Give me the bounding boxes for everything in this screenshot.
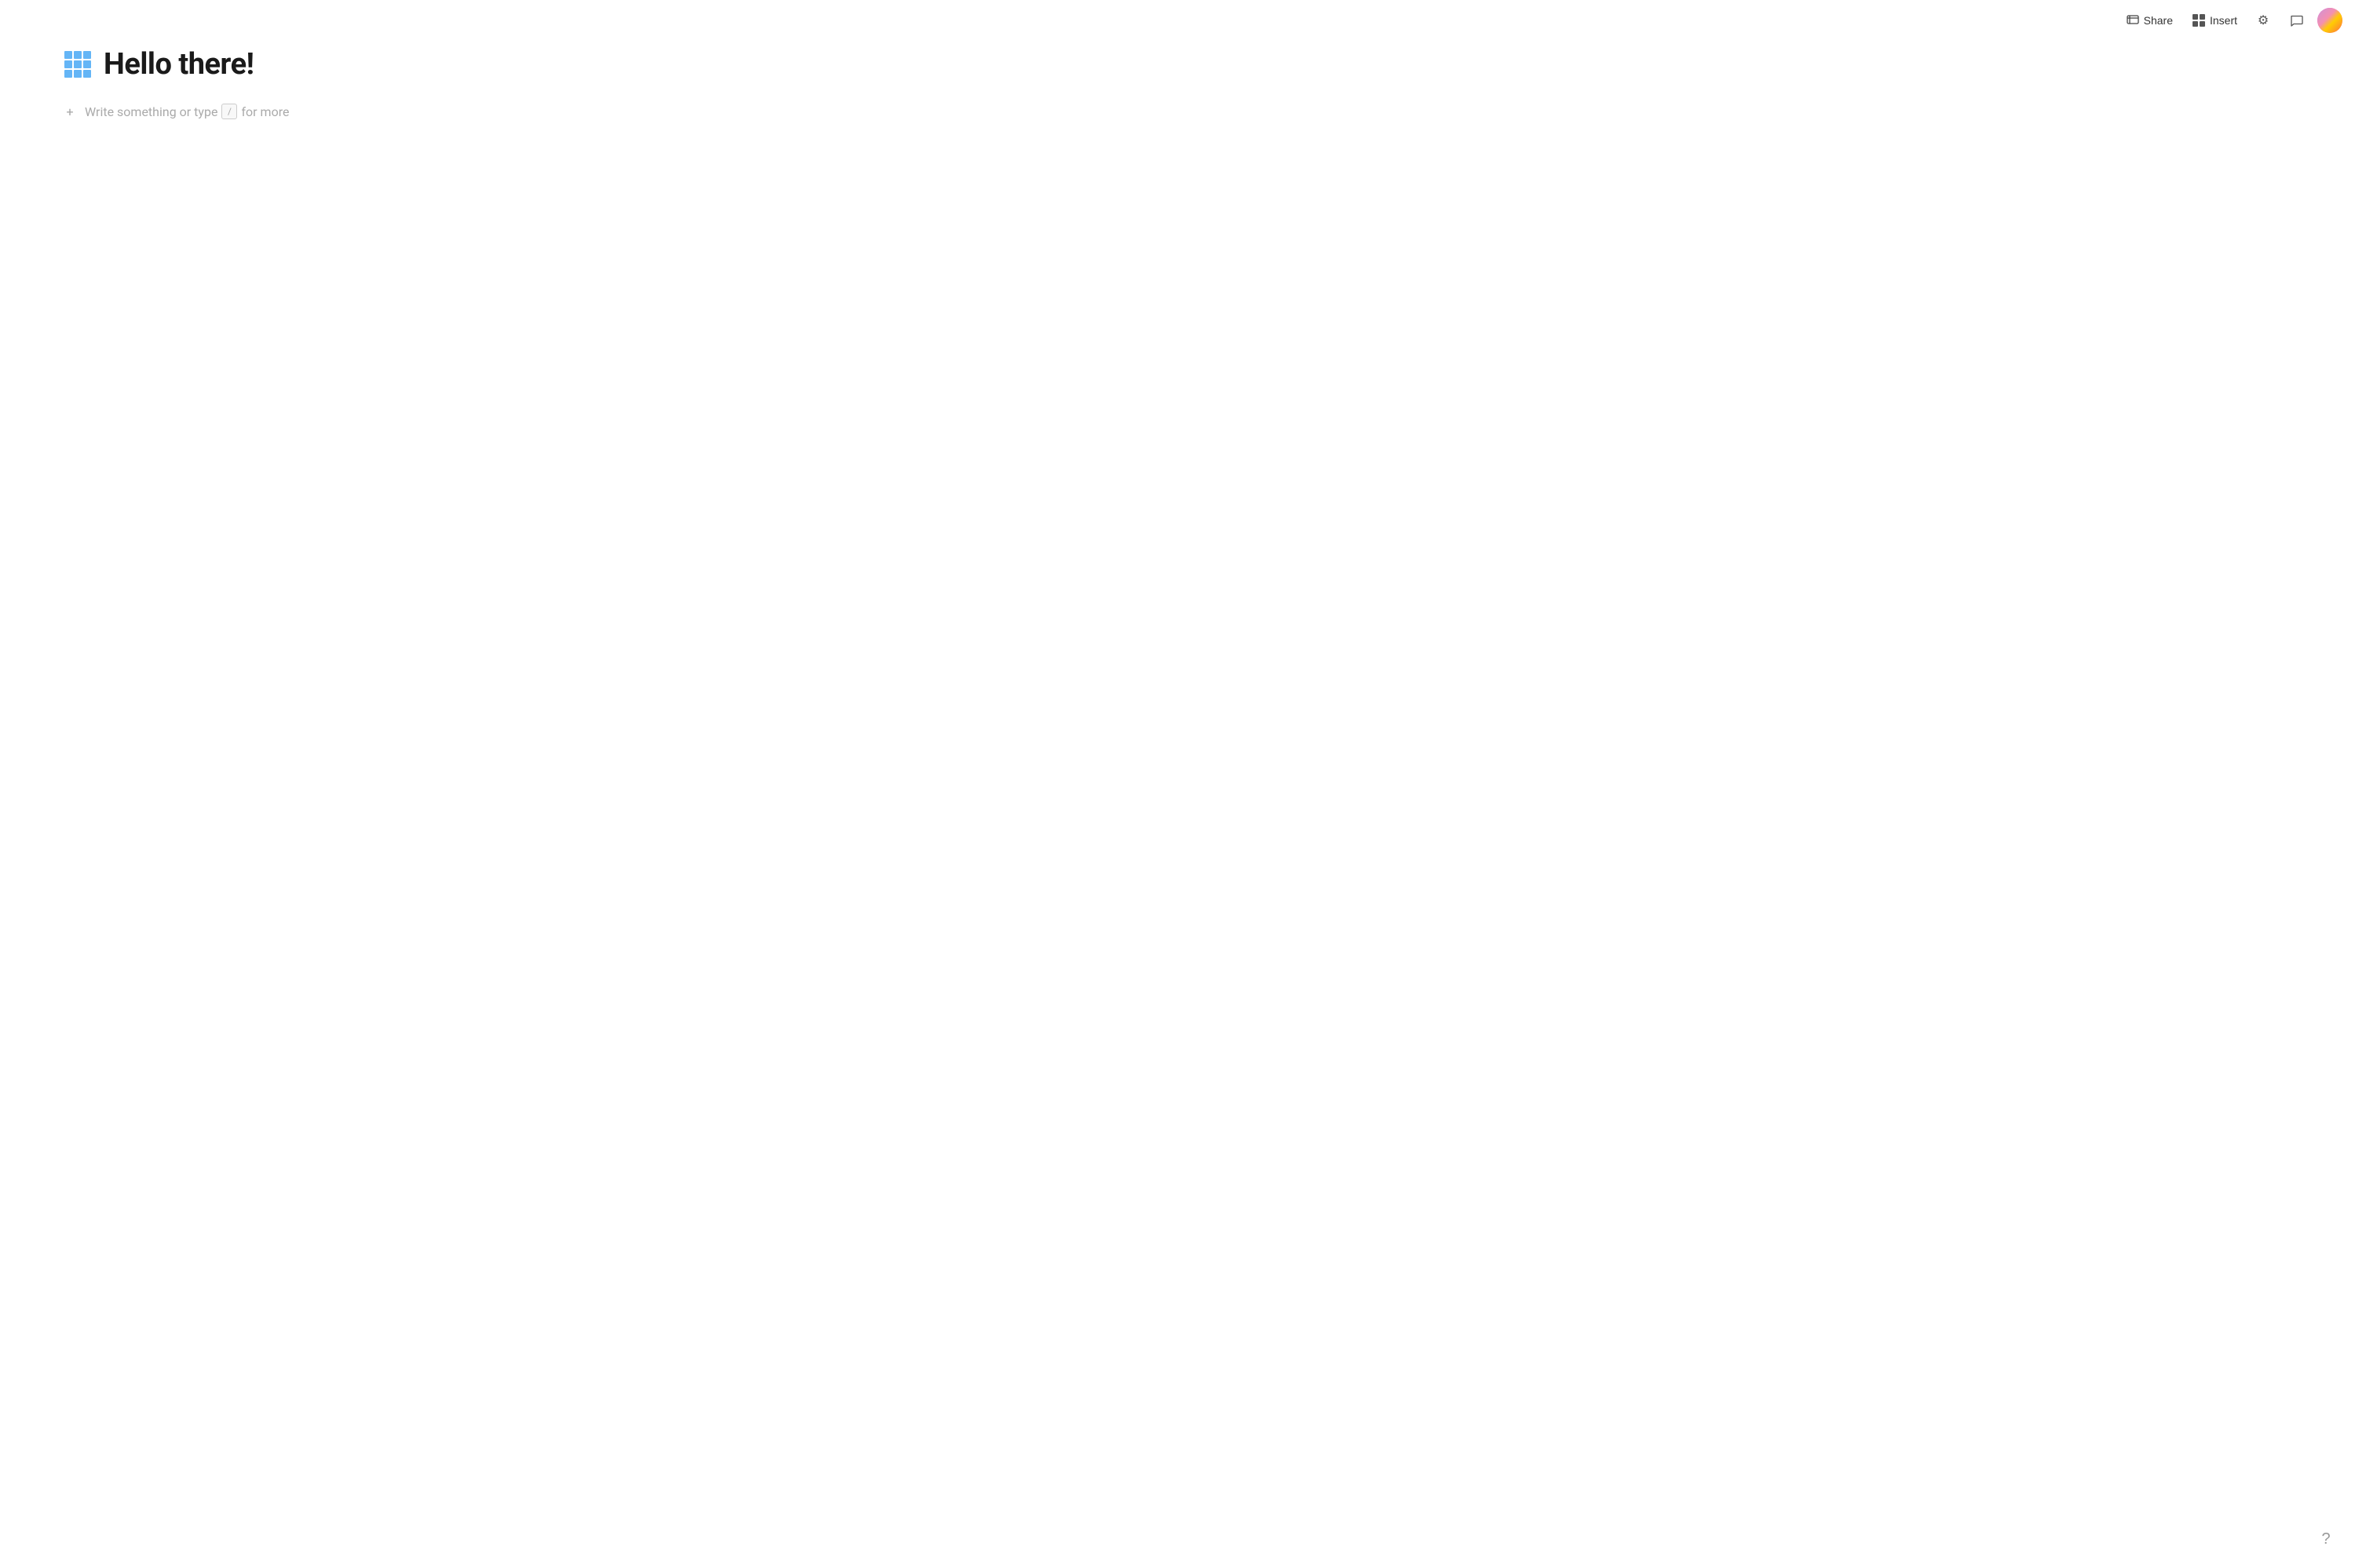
page-title[interactable]: Hello there! [104,47,254,82]
grid-cell-5 [74,60,82,68]
grid-cell-1 [64,51,72,59]
grid-cell-7 [64,70,72,78]
slash-key-badge: / [221,104,237,119]
grid-icon [64,51,91,78]
page-type-icon [63,49,93,79]
content-placeholder-row[interactable]: + Write something or type / for more [63,100,644,122]
placeholder-before-slash: Write something or type [85,104,217,119]
avatar[interactable] [2317,8,2342,33]
grid-cell-3 [83,51,91,59]
add-content-icon: + [63,104,77,119]
help-button[interactable]: ? [2313,1526,2339,1552]
placeholder-after-slash: for more [241,104,289,119]
comment-icon [2289,13,2303,27]
grid-cell-8 [74,70,82,78]
insert-label: Insert [2210,14,2237,27]
help-icon: ? [2321,1530,2330,1548]
settings-icon: ⚙ [2256,13,2270,27]
grid-cell-9 [83,70,91,78]
insert-button[interactable]: Insert [2184,9,2245,32]
share-button[interactable]: Share [2118,9,2181,32]
share-label: Share [2144,14,2173,27]
share-icon [2126,13,2140,27]
settings-button[interactable]: ⚙ [2248,9,2278,32]
placeholder-text: Write something or type / for more [85,104,289,119]
avatar-image [2317,8,2342,33]
grid-cell-4 [64,60,72,68]
toolbar: Share Insert ⚙ [2105,0,2355,41]
comment-button[interactable] [2281,9,2311,32]
page-title-row: Hello there! [63,47,644,82]
grid-cell-6 [83,60,91,68]
main-content: Hello there! + Write something or type /… [0,0,706,154]
insert-icon [2192,13,2206,27]
grid-cell-2 [74,51,82,59]
